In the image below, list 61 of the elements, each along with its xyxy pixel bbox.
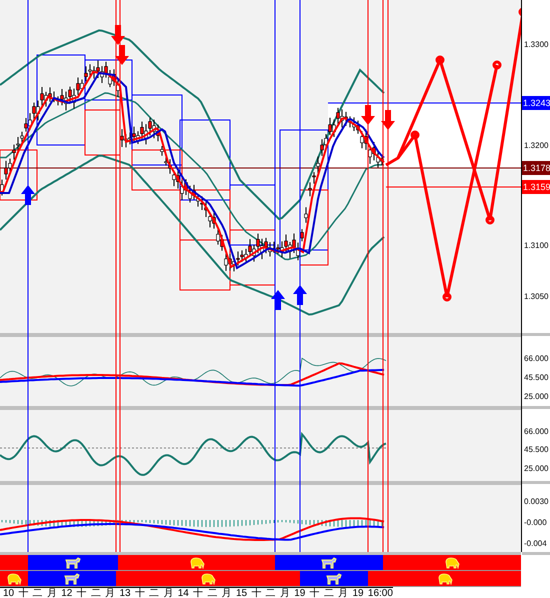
time-label: 19 — [294, 588, 306, 598]
elephant-icon — [188, 556, 204, 568]
time-label: 月 — [338, 588, 348, 598]
cow-icon — [321, 556, 337, 568]
time-label: 二 — [207, 588, 218, 598]
price-range-outline — [180, 240, 230, 290]
time-label: 15 — [236, 588, 248, 598]
time-label: 月 — [222, 588, 232, 598]
indicator-tick-label: 45.500 — [524, 444, 548, 456]
indicator-tick-label: -0.004 — [524, 538, 547, 550]
elephant-icon — [6, 572, 22, 584]
elephant-icon — [200, 572, 216, 584]
time-label: 十 — [310, 588, 320, 598]
price-tick-label: 1.3050 — [524, 291, 548, 303]
time-label: 十 — [18, 588, 28, 598]
cow-icon — [65, 556, 81, 568]
time-label: 二 — [324, 588, 334, 598]
indicator-tick-label: 45.500 — [524, 372, 548, 384]
time-label: 月 — [46, 588, 57, 598]
down-arrow-icon — [361, 105, 375, 125]
down-arrow-icon — [381, 110, 395, 130]
cow-icon — [64, 572, 80, 584]
time-label: 月 — [280, 588, 290, 598]
indicator-tick-label: 66.000 — [524, 353, 548, 365]
elephant-icon — [436, 572, 452, 584]
up-arrow-icon — [271, 290, 285, 310]
indicator-tick-label: 0.0030 — [524, 496, 548, 508]
indicator-tick-label: 25.000 — [524, 463, 548, 475]
candlestick — [304, 206, 308, 224]
down-arrow-icon — [115, 45, 129, 65]
time-label: 二 — [32, 588, 43, 598]
time-label: 十 — [134, 588, 145, 598]
cow-icon — [326, 572, 342, 584]
price-tag: 1.3178 — [522, 161, 550, 175]
time-label: 十 — [76, 588, 87, 598]
time-label: 19 — [352, 588, 364, 598]
indicator-tick-label: -0.000 — [524, 517, 547, 529]
time-label: 二 — [149, 588, 160, 598]
time-label: 十 — [193, 588, 204, 598]
price-tick-label: 1.3200 — [524, 140, 548, 152]
price-range-outline — [0, 150, 38, 200]
indicator-tick-label: 66.000 — [524, 426, 548, 438]
price-tick-label: 1.3100 — [524, 240, 548, 252]
price-tick-label: 1.3300 — [524, 39, 548, 51]
price-tag: 1.3159 — [522, 180, 550, 194]
time-label: 10 — [3, 588, 14, 598]
time-label: 14 — [178, 588, 189, 598]
indicator-tick-label: 25.000 — [524, 391, 548, 403]
time-label: 十 — [251, 588, 262, 598]
elephant-icon — [444, 556, 460, 568]
time-label: 13 — [120, 588, 131, 598]
up-arrow-icon — [293, 285, 307, 305]
time-label: 12 — [61, 588, 72, 598]
down-arrow-icon — [111, 25, 125, 45]
time-label: 月 — [105, 588, 116, 598]
price-tag: 1.3243 — [522, 96, 550, 110]
time-label: 16:00 — [368, 588, 393, 598]
up-arrow-icon — [21, 185, 35, 205]
time-label: 月 — [163, 588, 174, 598]
time-label: 二 — [90, 588, 101, 598]
time-label: 二 — [266, 588, 276, 598]
